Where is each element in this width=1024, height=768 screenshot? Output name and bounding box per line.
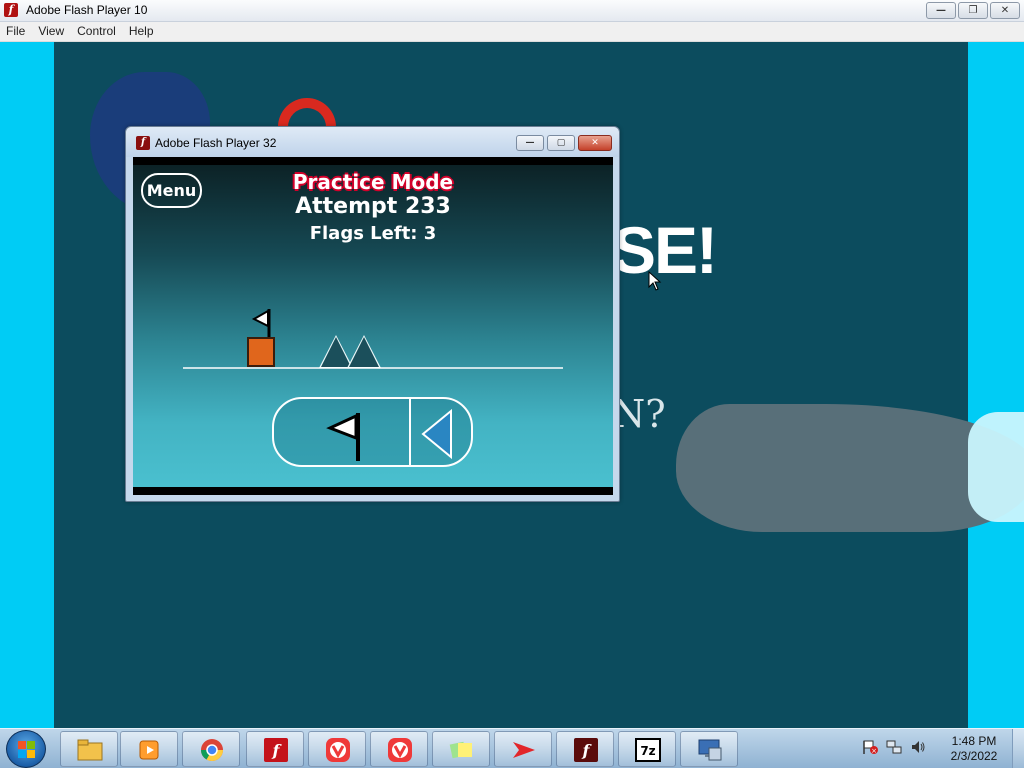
- inner-titlebar: f Adobe Flash Player 32 — ▢ ✕: [126, 127, 619, 157]
- system-tray: ×: [862, 739, 926, 755]
- outer-titlebar: f Adobe Flash Player 10 — ❐ ✕: [0, 0, 1024, 22]
- 7zip-icon-label: 7z: [640, 744, 655, 758]
- flash-player-icon: f: [264, 738, 288, 762]
- taskbar-explorer[interactable]: [60, 731, 118, 767]
- flash-app-icon: f: [4, 3, 18, 17]
- background-question-text: N?: [612, 392, 666, 436]
- vivaldi-icon: [326, 738, 350, 762]
- 7zip-icon: 7z: [635, 738, 661, 762]
- back-arrow-icon: [421, 408, 452, 460]
- sticky-notes-icon: [449, 741, 472, 759]
- game-canvas[interactable]: Menu Practice Mode Attempt 233 Flags Lef…: [133, 157, 613, 495]
- taskbar-chrome[interactable]: [182, 731, 240, 767]
- taskbar: f f 7z × 1:48 PM 2/3/2022: [0, 728, 1024, 768]
- mouse-cursor-icon: [648, 271, 662, 291]
- taskbar-vivaldi[interactable]: [308, 731, 366, 767]
- checkpoint-flag-icon: [251, 309, 271, 339]
- taskbar-sticky-notes[interactable]: [432, 731, 490, 767]
- spike-hazard: [349, 337, 379, 367]
- taskbar-flash-player-32[interactable]: f: [556, 731, 614, 767]
- attempt-counter: Attempt 233: [295, 194, 451, 219]
- taskbar-flash-player[interactable]: f: [246, 731, 304, 767]
- taskbar-remote-desktop[interactable]: [680, 731, 738, 767]
- show-desktop-button[interactable]: [1012, 729, 1024, 768]
- inner-minimize-button[interactable]: —: [516, 135, 544, 151]
- red-arrow-icon: [513, 742, 535, 758]
- action-center-flag-icon[interactable]: ×: [862, 739, 878, 755]
- taskbar-7zip[interactable]: 7z: [618, 731, 676, 767]
- vivaldi-icon: [388, 738, 412, 762]
- remove-flag-button[interactable]: [411, 399, 471, 465]
- network-icon[interactable]: [886, 739, 902, 755]
- outer-close-button[interactable]: ✕: [990, 2, 1020, 19]
- menu-help[interactable]: Help: [123, 22, 161, 41]
- menu-file[interactable]: File: [0, 22, 32, 41]
- outer-window-title: Adobe Flash Player 10: [26, 3, 148, 17]
- start-button[interactable]: [6, 730, 46, 768]
- menubar: File View Control Help: [0, 22, 1024, 42]
- practice-mode-text: Practice Mode: [292, 170, 454, 194]
- taskbar-media-player[interactable]: [120, 731, 178, 767]
- system-clock[interactable]: 1:48 PM 2/3/2022: [944, 734, 1004, 764]
- remote-desktop-icon: [698, 739, 722, 761]
- flash-player-icon: f: [574, 738, 598, 762]
- ground-line: [183, 367, 563, 369]
- flags-left-counter: Flags Left: 3: [309, 223, 437, 244]
- menu-view[interactable]: View: [32, 22, 71, 41]
- stage-right-border: [968, 42, 1024, 728]
- practice-controls-panel: [272, 397, 473, 467]
- outer-restore-button[interactable]: ❐: [958, 2, 988, 19]
- flag-icon: [326, 413, 360, 461]
- svg-text:×: ×: [871, 747, 877, 755]
- folder-icon: [77, 739, 103, 761]
- clock-time: 1:48 PM: [951, 734, 997, 748]
- player-cube: [247, 337, 275, 367]
- background-light-splat: [968, 412, 1024, 522]
- place-flag-button[interactable]: [274, 399, 409, 465]
- inner-restore-button[interactable]: ▢: [547, 135, 575, 151]
- flash-app-icon: f: [136, 136, 150, 150]
- practice-mode-label: Practice Mode: [133, 170, 613, 194]
- clock-date: 2/3/2022: [950, 749, 998, 763]
- stage-left-border: [0, 42, 54, 728]
- media-player-icon: [139, 740, 159, 760]
- menu-control[interactable]: Control: [71, 22, 123, 41]
- inner-flash-window: f Adobe Flash Player 32 — ▢ ✕ Menu Pract…: [125, 126, 620, 502]
- chrome-icon: [201, 739, 223, 761]
- taskbar-red-arrow-app[interactable]: [494, 731, 552, 767]
- windows-logo-icon: [18, 741, 35, 758]
- background-title-text: SE!: [612, 213, 718, 287]
- volume-icon[interactable]: [910, 739, 926, 755]
- outer-minimize-button[interactable]: —: [926, 2, 956, 19]
- taskbar-vivaldi[interactable]: [370, 731, 428, 767]
- inner-close-button[interactable]: ✕: [578, 135, 612, 151]
- inner-window-title: Adobe Flash Player 32: [155, 136, 277, 150]
